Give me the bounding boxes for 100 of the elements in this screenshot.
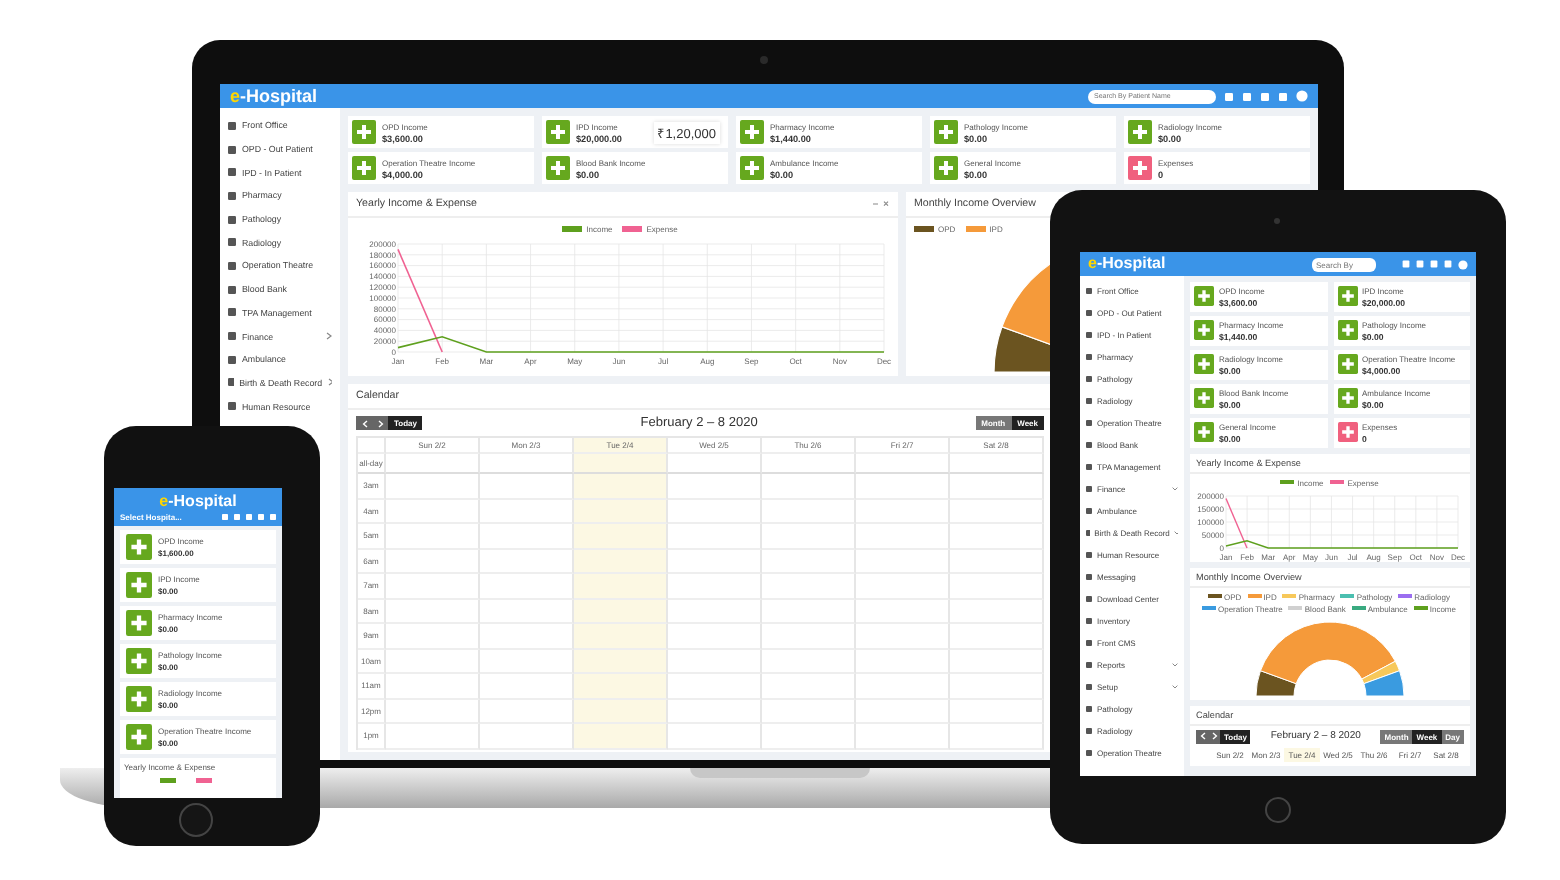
calendar-slot[interactable] (574, 549, 668, 574)
square-icon[interactable] (270, 513, 276, 519)
next-button[interactable] (1208, 729, 1220, 743)
square-icon[interactable] (258, 513, 264, 519)
calendar-slot[interactable] (574, 724, 668, 749)
calendar-slot[interactable] (762, 499, 856, 524)
square-icon[interactable] (234, 513, 240, 519)
calendar-slot[interactable] (950, 524, 1044, 549)
calendar-slot[interactable] (386, 524, 480, 549)
square-icon (228, 168, 236, 177)
calendar-slot[interactable] (856, 549, 950, 574)
calendar-slot[interactable] (668, 574, 762, 599)
calendar-slot[interactable] (856, 454, 950, 474)
chevron-left-icon (361, 419, 367, 427)
avatar-icon[interactable] (1296, 90, 1308, 102)
calendar-slot[interactable] (762, 454, 856, 474)
calendar-slot[interactable] (574, 674, 668, 699)
calendar-slot[interactable] (668, 549, 762, 574)
calendar-slot[interactable] (574, 599, 668, 624)
calendar-slot[interactable] (386, 499, 480, 524)
calendar-slot[interactable] (762, 624, 856, 649)
calendar-slot[interactable] (386, 574, 480, 599)
calendar-slot[interactable] (574, 624, 668, 649)
calendar-slot[interactable] (856, 649, 950, 674)
calendar-slot[interactable] (950, 549, 1044, 574)
calendar-slot[interactable] (950, 674, 1044, 699)
square-icon (1086, 706, 1092, 712)
calendar-slot[interactable] (574, 474, 668, 499)
square-icon[interactable] (222, 513, 228, 519)
calendar-slot[interactable] (386, 649, 480, 674)
calendar-slot[interactable] (762, 674, 856, 699)
calendar-slot[interactable] (950, 724, 1044, 749)
calendar-slot[interactable] (856, 599, 950, 624)
square-icon[interactable] (1444, 260, 1452, 268)
square-icon (228, 261, 236, 270)
calendar-slot[interactable] (856, 724, 950, 749)
calendar-slot[interactable] (950, 474, 1044, 499)
square-icon[interactable] (1416, 260, 1424, 268)
calendar-slot[interactable] (856, 474, 950, 499)
calendar-slot[interactable] (386, 674, 480, 699)
square-icon (1086, 640, 1092, 646)
calendar-slot[interactable] (574, 699, 668, 724)
calendar-slot[interactable] (668, 724, 762, 749)
calendar-slot[interactable] (574, 524, 668, 549)
square-icon[interactable] (1430, 260, 1438, 268)
calendar-slot[interactable] (386, 724, 480, 749)
calendar-slot[interactable] (386, 474, 480, 499)
calendar-slot[interactable] (762, 699, 856, 724)
calendar-slot[interactable] (668, 499, 762, 524)
square-icon[interactable] (1260, 91, 1270, 101)
calendar-slot[interactable] (856, 524, 950, 549)
calendar-slot[interactable] (668, 699, 762, 724)
calendar-slot[interactable] (856, 499, 950, 524)
calendar-slot[interactable] (668, 674, 762, 699)
calendar-slot[interactable] (856, 574, 950, 599)
calendar-slot[interactable] (762, 724, 856, 749)
calendar-slot[interactable] (668, 624, 762, 649)
calendar-slot[interactable] (668, 474, 762, 499)
next-button[interactable] (372, 416, 388, 430)
calendar-slot[interactable] (668, 524, 762, 549)
calendar-slot[interactable] (762, 599, 856, 624)
calendar-slot[interactable] (668, 649, 762, 674)
calendar-slot[interactable] (950, 499, 1044, 524)
calendar-slot[interactable] (386, 454, 480, 474)
calendar-slot[interactable] (950, 699, 1044, 724)
calendar-slot[interactable] (574, 454, 668, 474)
square-icon[interactable] (246, 513, 252, 519)
calendar-slot[interactable] (762, 524, 856, 549)
calendar-slot[interactable] (386, 624, 480, 649)
calendar-slot[interactable] (950, 454, 1044, 474)
calendar-slot[interactable] (950, 599, 1044, 624)
previous-button[interactable] (356, 416, 372, 430)
calendar-slot[interactable] (386, 599, 480, 624)
logo: e-Hospital (1088, 256, 1166, 272)
calendar-slot[interactable] (856, 674, 950, 699)
calendar-slot[interactable] (950, 574, 1044, 599)
calendar-slot[interactable] (950, 624, 1044, 649)
calendar-slot[interactable] (574, 574, 668, 599)
square-icon[interactable] (1242, 91, 1252, 101)
calendar-slot[interactable] (762, 574, 856, 599)
minimize-close-icon[interactable] (872, 200, 890, 208)
calendar-slot[interactable] (762, 474, 856, 499)
calendar-slot[interactable] (856, 699, 950, 724)
calendar-slot[interactable] (762, 649, 856, 674)
square-icon[interactable] (1278, 91, 1288, 101)
calendar-slot[interactable] (762, 549, 856, 574)
square-icon (1086, 310, 1092, 316)
square-icon (1086, 464, 1092, 470)
previous-button[interactable] (1196, 729, 1208, 743)
calendar-slot[interactable] (668, 454, 762, 474)
calendar-slot[interactable] (574, 649, 668, 674)
calendar-slot[interactable] (950, 649, 1044, 674)
square-icon[interactable] (1402, 260, 1410, 268)
calendar-slot[interactable] (856, 624, 950, 649)
avatar-icon[interactable] (1458, 259, 1468, 269)
calendar-slot[interactable] (386, 549, 480, 574)
square-icon[interactable] (1224, 91, 1234, 101)
calendar-slot[interactable] (574, 499, 668, 524)
calendar-slot[interactable] (386, 699, 480, 724)
calendar-slot[interactable] (668, 599, 762, 624)
